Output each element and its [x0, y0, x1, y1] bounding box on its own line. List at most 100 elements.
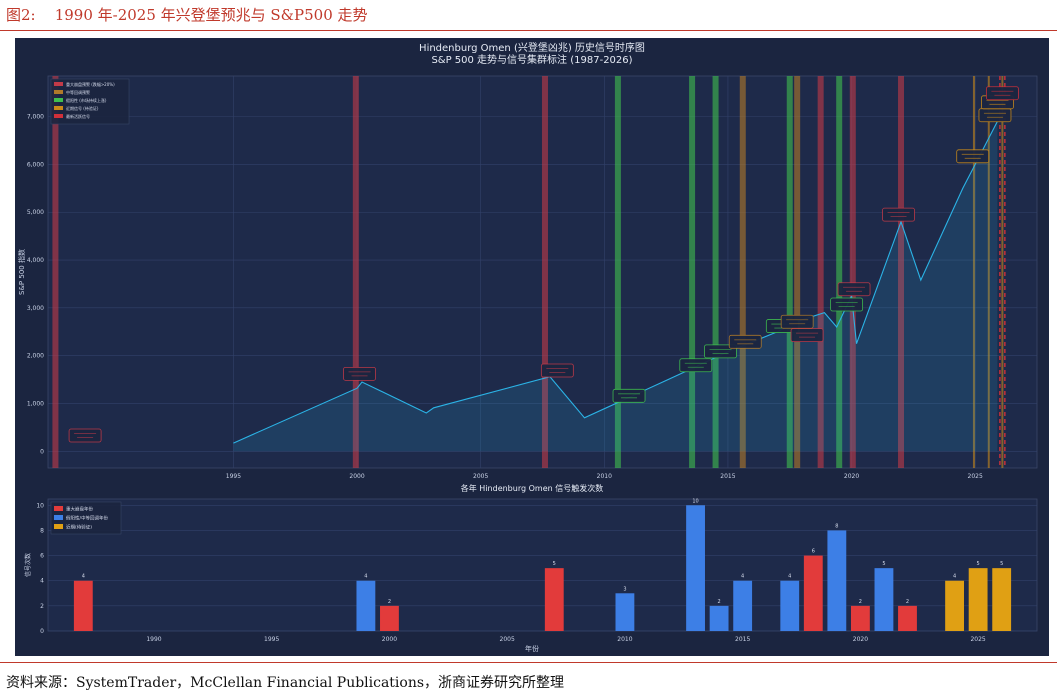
legend-swatch	[54, 90, 63, 94]
bar-legend-swatch	[54, 506, 63, 511]
legend-label: 最新活跃信号	[66, 113, 90, 119]
x-tick-label: 2020	[844, 473, 859, 480]
bar-value-label: 2	[718, 599, 721, 605]
signal-annotation	[68, 428, 102, 443]
signal-annotation	[780, 314, 814, 329]
bar-value-label: 10	[692, 498, 698, 504]
bar-legend-label: 近期(待验证)	[66, 524, 92, 531]
bar-legend: 重大崩盘年份假阳性/中等回调年份近期(待验证)	[50, 501, 122, 535]
x-tick-label: 2015	[720, 473, 735, 480]
line-legend: 重大崩盘预警 (跌幅>20%) 中等回调预警假阳性 (市场持续上涨) 近期信号 (待…	[50, 78, 130, 125]
y-tick-label: 3,000	[27, 305, 44, 312]
y-tick-label: 2,000	[27, 353, 44, 360]
bar-value-label: 5	[977, 561, 980, 567]
bar-x-tick-label: 2020	[853, 636, 868, 643]
chart-title: Hindenburg Omen (兴登堡凶兆) 历史信号时序图	[419, 41, 645, 54]
signal-annotation	[956, 149, 990, 164]
bar-y-tick-label: 6	[40, 553, 44, 560]
count-bar	[733, 580, 753, 631]
bar-value-label: 4	[953, 574, 956, 580]
bar-y-tick-label: 4	[40, 578, 44, 585]
bar-chart-title: 各年 Hindenburg Omen 信号触发次数	[461, 483, 603, 493]
bar-value-label: 6	[812, 549, 815, 555]
count-bar	[850, 605, 870, 631]
legend-swatch	[54, 106, 63, 110]
count-bar	[356, 580, 376, 631]
legend-label: 重大崩盘预警 (跌幅>20%)	[66, 81, 115, 87]
source-note: 资料来源：SystemTrader，McClellan Financial Pu…	[6, 675, 565, 691]
count-bar	[709, 605, 729, 631]
signal-annotation	[882, 207, 915, 222]
count-bar	[803, 555, 823, 631]
signal-annotation	[830, 297, 864, 312]
bar-x-tick-label: 1995	[264, 636, 279, 643]
signal-band	[52, 76, 59, 468]
y-tick-label: 5,000	[27, 209, 44, 216]
y-tick-label: 1,000	[27, 400, 44, 407]
x-tick-label: 2005	[473, 473, 488, 480]
count-bar	[615, 593, 635, 631]
bar-legend-label: 假阳性/中等回调年份	[66, 515, 109, 522]
count-bar	[874, 568, 894, 631]
count-bar	[898, 605, 917, 631]
bar-value-label: 2	[388, 599, 391, 605]
signal-annotation	[612, 388, 646, 403]
signal-annotation	[728, 334, 762, 349]
count-bar	[73, 580, 93, 631]
bar-value-label: 2	[859, 599, 862, 605]
bar-value-label: 4	[741, 574, 744, 580]
legend-label: 中等回调预警	[66, 89, 90, 95]
bar-y-axis-label: 信号次数	[24, 553, 32, 577]
bar-legend-label: 重大崩盘年份	[66, 506, 93, 513]
legend-swatch	[54, 82, 63, 86]
y-tick-label: 0	[40, 448, 44, 455]
x-tick-label: 2000	[349, 473, 364, 480]
bar-value-label: 4	[788, 574, 791, 580]
legend-swatch	[54, 114, 63, 118]
count-bar	[968, 568, 988, 631]
bar-x-tick-label: 2000	[382, 636, 397, 643]
count-bar	[544, 568, 564, 631]
chart-svg: Hindenburg Omen (兴登堡凶兆) 历史信号时序图S&P 500 走…	[17, 41, 1038, 653]
figure-title-text: 1990 年-2025 年兴登堡预兆与 S&P500 走势	[54, 6, 368, 24]
bar-legend-swatch	[54, 515, 63, 520]
bar-value-label: 8	[835, 523, 838, 529]
bar-x-tick-label: 2015	[735, 636, 750, 643]
legend-label: 假阳性 (市场持续上涨)	[66, 97, 107, 103]
x-tick-label: 1995	[226, 473, 241, 480]
y-tick-label: 4,000	[27, 257, 44, 264]
signal-annotation	[679, 358, 713, 373]
bar-value-label: 3	[623, 586, 626, 592]
count-bar	[945, 580, 965, 631]
y-tick-label: 6,000	[27, 161, 44, 168]
x-tick-label: 2025	[968, 473, 983, 480]
y-axis-label: S&P 500 指数	[17, 249, 26, 295]
count-bar	[686, 505, 705, 631]
count-bar	[380, 605, 399, 631]
signal-annotation	[343, 366, 376, 381]
bar-x-tick-label: 2010	[617, 636, 632, 643]
bar-y-tick-label: 0	[40, 628, 44, 635]
bar-y-tick-label: 10	[36, 502, 44, 509]
bar-y-tick-label: 2	[40, 603, 44, 610]
bar-x-tick-label: 2005	[500, 636, 515, 643]
count-bar	[780, 580, 800, 631]
chart-subtitle: S&P 500 走势与信号集群标注 (1987-2026)	[431, 53, 632, 66]
y-tick-label: 7,000	[27, 114, 44, 121]
x-tick-label: 2010	[597, 473, 612, 480]
count-bar	[992, 568, 1012, 631]
bar-value-label: 4	[364, 574, 367, 580]
legend-swatch	[54, 98, 63, 102]
bar-value-label: 2	[906, 599, 909, 605]
bar-y-tick-label: 8	[40, 527, 44, 534]
signal-annotation	[837, 282, 871, 297]
signal-band	[1001, 76, 1004, 468]
title-rule	[0, 30, 1057, 31]
bar-value-label: 5	[1000, 561, 1003, 567]
signal-annotation	[540, 363, 574, 378]
bar-x-tick-label: 2025	[970, 636, 985, 643]
signal-annotation	[978, 108, 1012, 123]
chart-panel: Hindenburg Omen (兴登堡凶兆) 历史信号时序图 S&P 500 走…	[15, 38, 1049, 656]
source-rule	[0, 662, 1057, 663]
bar-value-label: 4	[82, 574, 85, 580]
